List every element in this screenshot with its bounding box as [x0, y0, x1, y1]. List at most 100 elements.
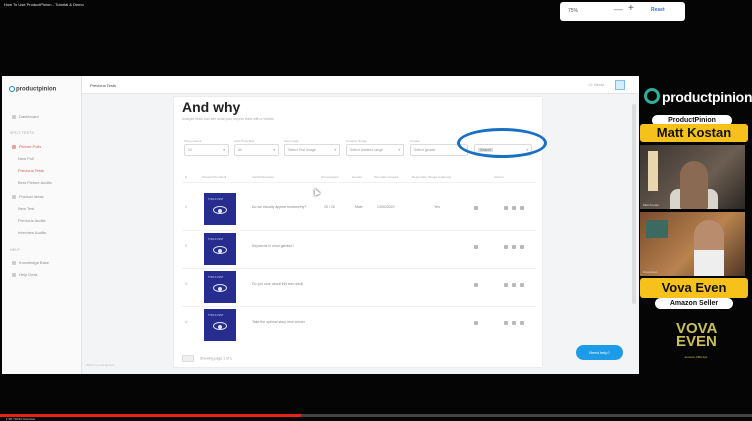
- host-person: [680, 161, 708, 209]
- gender-cell: Male: [355, 205, 363, 209]
- sidebar-item-picture-polls[interactable]: Picture Polls: [12, 144, 41, 149]
- delete-icon[interactable]: [520, 245, 524, 249]
- copy-icon[interactable]: [512, 321, 516, 325]
- chart-icon[interactable]: [474, 321, 478, 325]
- host-webcam: Matt Kostan: [640, 145, 745, 209]
- sidebar-item-dashboard[interactable]: Dashboard: [12, 114, 39, 119]
- sidebar-item-interview-audits[interactable]: Interview Audits: [18, 230, 46, 235]
- answers-cell: 25 / 25: [324, 205, 335, 209]
- creation-range-select[interactable]: Select creation range ▾: [346, 144, 404, 156]
- delete-icon[interactable]: [520, 321, 524, 325]
- zoom-value: 75%: [568, 8, 579, 14]
- eye-icon: [213, 322, 227, 330]
- host-cam-tag: Matt Kostan: [643, 203, 660, 207]
- share-icon[interactable]: [504, 245, 508, 249]
- filter-label-image: Test Image: [284, 139, 299, 143]
- delete-icon[interactable]: [520, 283, 524, 287]
- column-header: Actions: [494, 175, 504, 179]
- page-size-select[interactable]: [182, 355, 194, 362]
- thumbnail[interactable]: TOOLS TEST: [204, 233, 236, 265]
- delete-icon[interactable]: [520, 206, 524, 210]
- rate-cell: Yes: [434, 205, 440, 209]
- pagination: Showing page 1 of 1: [182, 355, 232, 362]
- chevron-down-icon: ▾: [398, 148, 400, 152]
- chart-icon[interactable]: [474, 245, 478, 249]
- guest-shirt: [694, 250, 724, 276]
- test-image-select[interactable]: Select Test Image ▾: [284, 144, 340, 156]
- video-time: 1:38 / 50:54 Overview: [6, 417, 36, 421]
- zoom-out-button[interactable]: —: [614, 4, 623, 14]
- app-logo[interactable]: productpinion: [9, 86, 56, 93]
- brand-logo: productpinion: [642, 87, 752, 107]
- highlight-circle: [457, 128, 547, 158]
- chart-icon[interactable]: [474, 283, 478, 287]
- price-filter-select[interactable]: All ▾: [234, 144, 279, 156]
- divider: [182, 230, 536, 231]
- guest-name-badge: Vova Even: [640, 278, 748, 298]
- column-header: #: [185, 175, 187, 179]
- eye-icon: [213, 246, 227, 254]
- video-progress-bar[interactable]: [0, 414, 752, 417]
- chevron-down-icon: ▾: [273, 148, 275, 152]
- chevron-down-icon: ▾: [223, 148, 225, 152]
- column-header[interactable]: Verdict/Question: [252, 175, 274, 179]
- thumb-label: TOOLS TEST: [208, 276, 224, 279]
- sidebar-item-product-ideas[interactable]: Product Ideas: [12, 194, 44, 199]
- wall-art: [646, 220, 668, 238]
- filter-label-entries: Show entries: [184, 139, 202, 143]
- column-header[interactable]: Reply Rate (Target Audience): [412, 175, 451, 179]
- shared-screen: productpinion Dashboard SPLIT TESTS Pict…: [2, 76, 639, 374]
- sidebar-item-help-desk[interactable]: Help Desk: [12, 272, 37, 277]
- chevron-down-icon: ▾: [334, 148, 336, 152]
- sidebar-item-new-poll[interactable]: New Poll: [18, 156, 34, 161]
- logo-icon: [9, 86, 15, 92]
- divider: [182, 306, 536, 307]
- help-chat-button[interactable]: Need help?: [576, 345, 623, 360]
- copy-icon[interactable]: [512, 283, 516, 287]
- share-icon[interactable]: [504, 206, 508, 210]
- guest-role-badge: Amazon Seller: [655, 298, 733, 309]
- divider: [182, 268, 536, 269]
- panel-heading: And why: [182, 99, 241, 115]
- question-cell: Take the optimal story next winner: [252, 320, 305, 324]
- zoom-in-button[interactable]: +: [628, 3, 634, 14]
- column-header[interactable]: Picture/Thumbnail: [202, 175, 226, 179]
- top-bar: Previous Tests 1/1 Minute: [82, 76, 639, 94]
- column-header[interactable]: Test Answers: [321, 175, 339, 179]
- copy-icon[interactable]: [512, 245, 516, 249]
- expand-icon[interactable]: [615, 80, 625, 90]
- thumbnail[interactable]: TOOLS TEST: [204, 193, 236, 225]
- scrollbar[interactable]: [632, 104, 636, 304]
- thumbnail[interactable]: TOOLS TEST: [204, 271, 236, 303]
- row-number: 4: [185, 320, 187, 324]
- row-number: 3: [185, 282, 187, 286]
- eye-icon: [213, 284, 227, 292]
- column-header[interactable]: Gender: [352, 175, 362, 179]
- sidebar-item-previous-audits[interactable]: Previous Audits: [18, 218, 46, 223]
- thumb-label: TOOLS TEST: [208, 198, 224, 201]
- sidebar: productpinion Dashboard SPLIT TESTS Pict…: [2, 76, 82, 374]
- copy-icon[interactable]: [512, 206, 516, 210]
- help-icon: [12, 272, 16, 277]
- video-title: How To Use ProductPinion - Tutorial & De…: [4, 2, 84, 7]
- sidebar-item-knowledge-base[interactable]: Knowledge Base: [12, 260, 49, 265]
- ideas-icon: [12, 194, 16, 199]
- filter-label-price: Auto-Price filter: [234, 139, 255, 143]
- divider: [182, 182, 536, 183]
- entries-select[interactable]: 10 ▾: [184, 144, 229, 156]
- share-icon[interactable]: [504, 283, 508, 287]
- column-header[interactable]: Test Date Created: [374, 175, 398, 179]
- pagination-text: Showing page 1 of 1: [200, 356, 232, 361]
- thumb-label: TOOLS TEST: [208, 238, 224, 241]
- thumbnail[interactable]: TOOLS TEST: [204, 309, 236, 341]
- row-number: 2: [185, 244, 187, 248]
- lamp: [648, 151, 658, 191]
- zoom-reset-button[interactable]: Reset: [651, 7, 665, 13]
- sidebar-item-previous-tests[interactable]: Previous Tests: [18, 168, 44, 173]
- chart-icon[interactable]: [474, 206, 478, 210]
- share-icon[interactable]: [504, 321, 508, 325]
- thumb-label: TOOLS TEST: [208, 314, 224, 317]
- sidebar-item-best-picture-audits[interactable]: Best Picture Audits: [18, 180, 52, 185]
- video-frame: How To Use ProductPinion - Tutorial & De…: [0, 0, 752, 421]
- sidebar-item-new-test[interactable]: New Test: [18, 206, 34, 211]
